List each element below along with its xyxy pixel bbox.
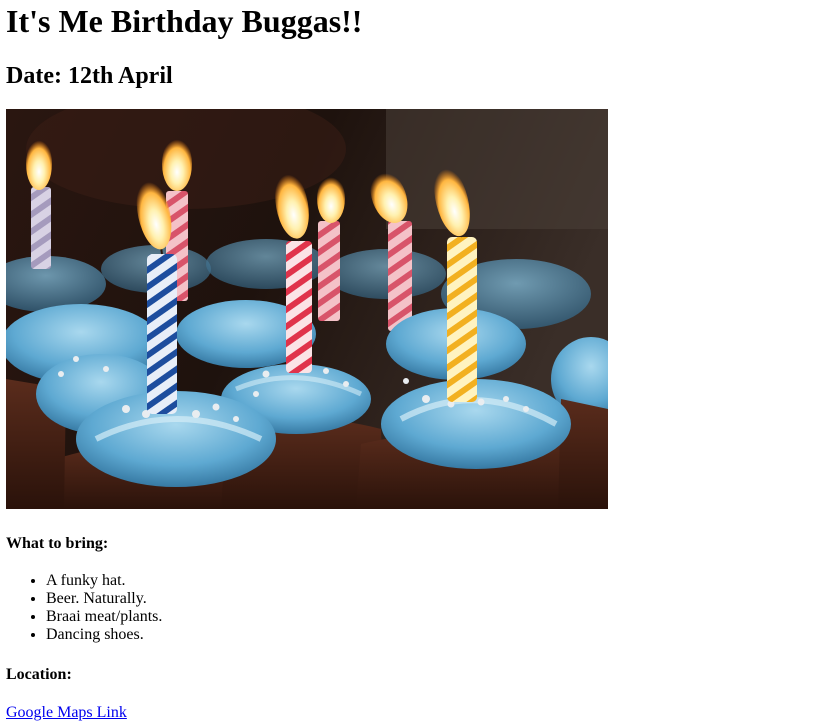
birthday-cupcakes-photo — [6, 109, 608, 509]
bring-list: A funky hat. Beer. Naturally. Braai meat… — [6, 572, 162, 644]
page-title: It's Me Birthday Buggas!! — [6, 3, 363, 39]
google-maps-link[interactable]: Google Maps Link — [6, 704, 127, 722]
list-item: A funky hat. — [46, 572, 162, 590]
event-date: Date: 12th April — [6, 63, 173, 89]
location-heading: Location: — [6, 666, 72, 683]
list-item: Braai meat/plants. — [46, 608, 162, 626]
list-item: Dancing shoes. — [46, 626, 162, 644]
what-to-bring-heading: What to bring: — [6, 535, 109, 552]
list-item: Beer. Naturally. — [46, 590, 162, 608]
